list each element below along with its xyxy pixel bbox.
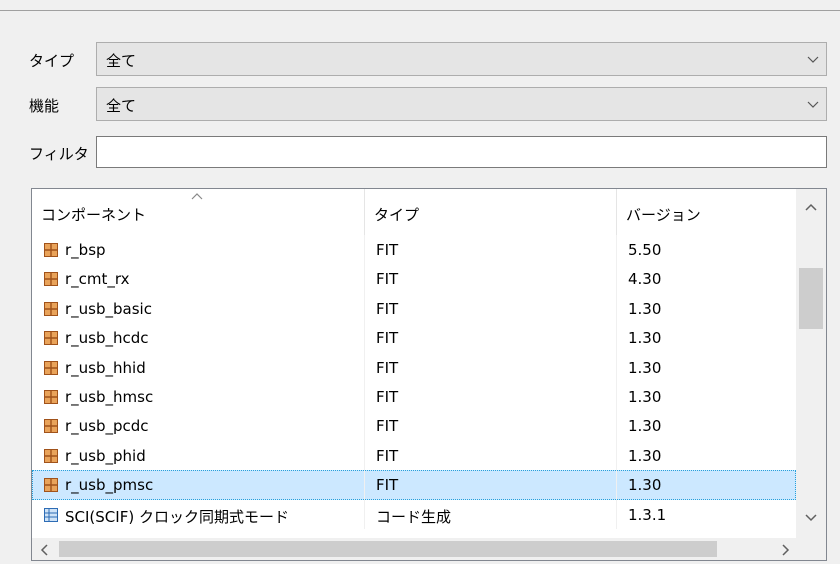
code-generator-icon	[44, 507, 58, 522]
function-combobox-value: 全て	[106, 97, 137, 115]
row-version: 4.30	[628, 270, 662, 289]
component-grid-icon	[44, 243, 58, 257]
table-row[interactable]: r_cmt_rx FIT 4.30	[32, 264, 796, 294]
row-type: FIT	[376, 299, 399, 318]
table-row[interactable]: r_usb_basic FIT 1.30	[32, 293, 796, 324]
row-type: FIT	[376, 387, 399, 406]
chevron-down-icon	[807, 56, 819, 63]
row-version: 1.3.1	[628, 505, 667, 524]
row-version: 1.30	[628, 387, 662, 406]
row-version: 5.50	[628, 241, 662, 259]
row-type: FIT	[376, 329, 399, 348]
function-combobox[interactable]: 全て	[96, 87, 827, 121]
table-row[interactable]: r_bsp FIT 5.50	[32, 235, 796, 265]
table-row-partial[interactable]: SCI(SCIF) クロック同期式モード コード生成 1.3.1	[32, 499, 796, 529]
chevron-down-icon	[807, 101, 819, 108]
table-row-selected[interactable]: r_usb_pmsc FIT 1.30	[32, 470, 796, 500]
row-name: r_usb_hhid	[65, 358, 146, 377]
column-header-version[interactable]: バージョン	[617, 189, 796, 235]
row-type: FIT	[376, 476, 399, 495]
row-name: r_usb_hcdc	[65, 329, 149, 348]
row-type: コード生成	[376, 507, 452, 526]
scroll-up-arrow-icon[interactable]	[805, 203, 817, 211]
type-combobox[interactable]: 全て	[96, 42, 827, 76]
component-grid-icon	[44, 360, 58, 375]
list-rows: r_bsp FIT 5.50 r_cmt_rx FIT 4.30 r_usb_b…	[32, 235, 796, 529]
row-type: FIT	[376, 417, 399, 436]
table-row[interactable]: r_usb_phid FIT 1.30	[32, 440, 796, 471]
component-grid-icon	[44, 272, 58, 287]
scroll-left-arrow-icon[interactable]	[40, 544, 48, 556]
row-name: r_cmt_rx	[65, 270, 130, 289]
table-row[interactable]: r_usb_hcdc FIT 1.30	[32, 323, 796, 353]
scroll-right-arrow-icon[interactable]	[782, 544, 790, 556]
row-name: r_usb_phid	[65, 446, 146, 465]
row-name: r_usb_hmsc	[65, 387, 154, 406]
scroll-down-arrow-icon[interactable]	[805, 514, 817, 522]
horizontal-scroll-thumb[interactable]	[59, 541, 717, 557]
component-grid-icon	[44, 389, 58, 404]
row-version: 1.30	[628, 329, 662, 348]
function-label: 機能	[29, 97, 60, 115]
type-combobox-value: 全て	[106, 52, 137, 70]
row-version: 1.30	[628, 476, 662, 495]
component-grid-icon	[44, 419, 58, 434]
row-name: r_bsp	[65, 241, 106, 259]
component-grid-icon	[44, 301, 58, 316]
row-version: 1.30	[628, 358, 662, 377]
column-header-component[interactable]: コンポーネント	[32, 189, 365, 235]
row-name: r_usb_pmsc	[65, 476, 154, 495]
component-grid-icon	[44, 478, 58, 493]
list-header: コンポーネント タイプ バージョン	[32, 189, 796, 235]
row-type: FIT	[376, 446, 399, 465]
component-grid-icon	[44, 448, 58, 463]
row-version: 1.30	[628, 299, 662, 318]
table-row[interactable]: r_usb_hhid FIT 1.30	[32, 352, 796, 382]
filter-label: フィルタ	[29, 145, 89, 163]
vertical-scrollbar[interactable]	[796, 189, 826, 538]
top-divider	[0, 10, 840, 11]
type-label: タイプ	[29, 52, 75, 70]
row-name: SCI(SCIF) クロック同期式モード	[65, 507, 289, 526]
column-header-type[interactable]: タイプ	[365, 189, 617, 235]
component-list[interactable]: コンポーネント タイプ バージョン r_bsp FIT 5.50 r_cmt_r…	[31, 188, 827, 561]
row-name: r_usb_basic	[65, 299, 152, 318]
table-row[interactable]: r_usb_hmsc FIT 1.30	[32, 381, 796, 412]
filter-input[interactable]	[96, 136, 827, 168]
row-type: FIT	[376, 270, 399, 289]
horizontal-scrollbar[interactable]	[32, 538, 826, 560]
table-row[interactable]: r_usb_pcdc FIT 1.30	[32, 411, 796, 441]
sort-ascending-icon	[191, 193, 203, 200]
row-name: r_usb_pcdc	[65, 417, 149, 436]
row-version: 1.30	[628, 446, 662, 465]
row-type: FIT	[376, 358, 399, 377]
vertical-scroll-thumb[interactable]	[799, 268, 823, 329]
row-type: FIT	[376, 241, 399, 259]
component-grid-icon	[44, 331, 58, 346]
row-version: 1.30	[628, 417, 662, 436]
